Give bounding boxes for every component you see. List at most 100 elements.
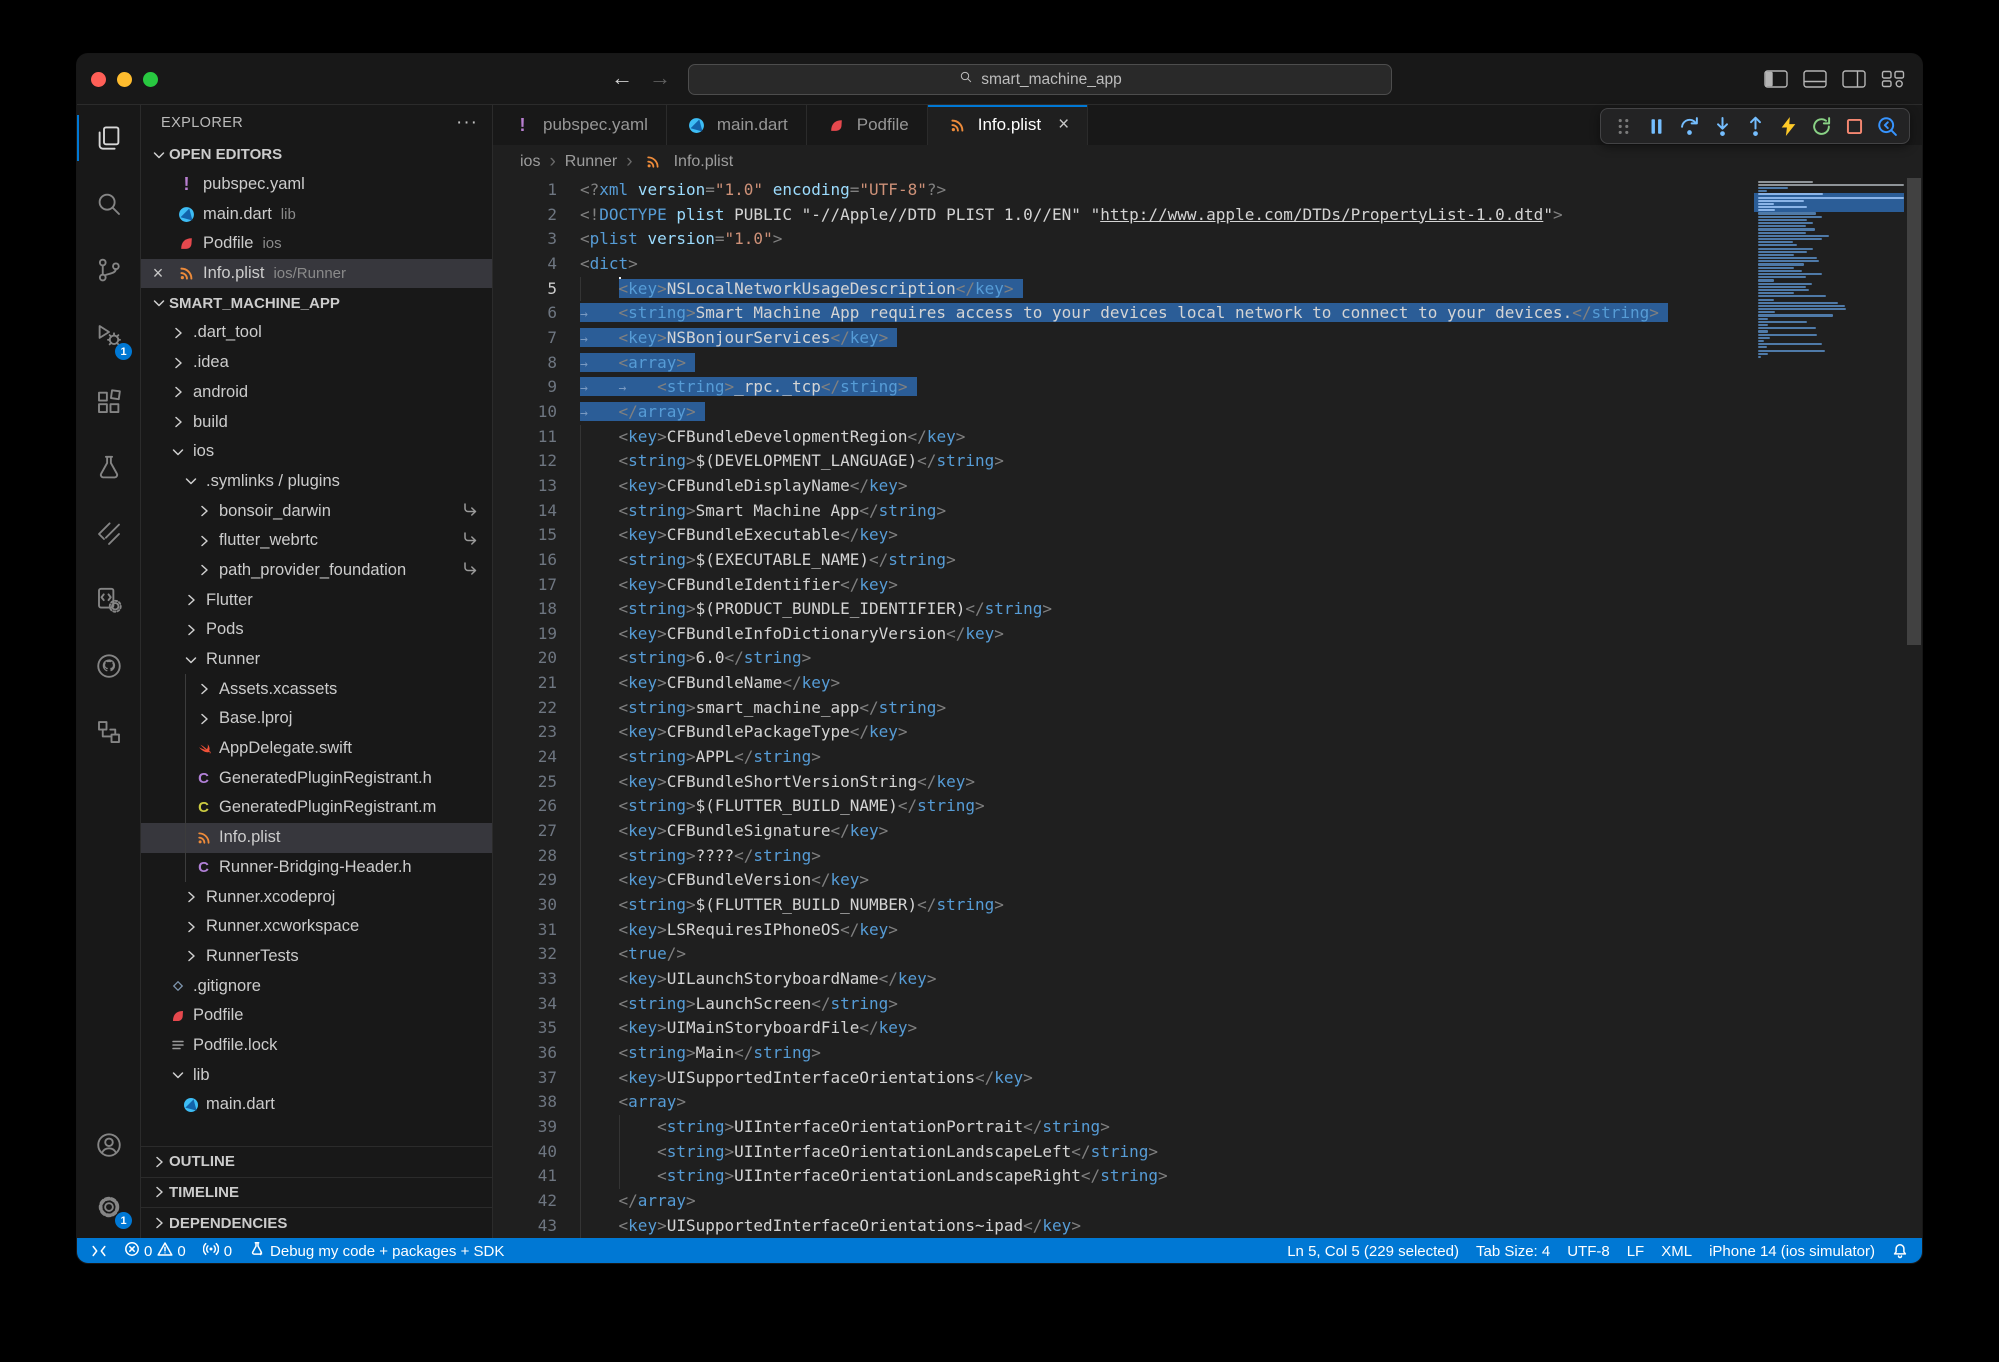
project-root-header[interactable]: SMART_MACHINE_APP: [141, 288, 492, 318]
notifications-bell-icon[interactable]: [1892, 1243, 1908, 1259]
code-line-content[interactable]: <string>$(PRODUCT_BUNDLE_IDENTIFIER)</st…: [580, 597, 1922, 622]
line-number[interactable]: 22: [493, 696, 580, 721]
zoom-window-button[interactable]: [143, 72, 158, 87]
code-line-content[interactable]: <string>UIInterfaceOrientationPortrait</…: [580, 1115, 1922, 1140]
activity-bar-item-search[interactable]: [77, 171, 140, 237]
tree-item-assets-xcassets[interactable]: Assets.xcassets: [141, 674, 492, 704]
line-number[interactable]: 25: [493, 770, 580, 795]
encoding-status[interactable]: UTF-8: [1567, 1243, 1610, 1260]
line-number[interactable]: 31: [493, 918, 580, 943]
line-number[interactable]: 16: [493, 548, 580, 573]
code-line-content[interactable]: <true/>: [580, 942, 1922, 967]
drag-grip-icon[interactable]: [1610, 113, 1636, 139]
remote-indicator[interactable]: [91, 1243, 107, 1259]
code-line-content[interactable]: </array>: [580, 1189, 1922, 1214]
tree-item-generatedpluginregistrant-m[interactable]: C GeneratedPluginRegistrant.m: [141, 793, 492, 823]
language-mode-status[interactable]: XML: [1661, 1243, 1692, 1260]
step-out-icon[interactable]: [1742, 113, 1768, 139]
close-window-button[interactable]: [91, 72, 106, 87]
line-number[interactable]: 40: [493, 1140, 580, 1165]
code-line-content[interactable]: <key>UIMainStoryboardFile</key>: [580, 1016, 1922, 1041]
minimap[interactable]: [1754, 180, 1904, 1238]
code-line-content[interactable]: <string>$(EXECUTABLE_NAME)</string>: [580, 548, 1922, 573]
open-editor-pubspec-yaml[interactable]: ! pubspec.yaml: [141, 170, 492, 200]
open-editor-main-dart[interactable]: main.dart lib: [141, 199, 492, 229]
layout-sidebar-left-icon[interactable]: [1764, 70, 1788, 88]
problems-status[interactable]: 0 0: [124, 1241, 186, 1261]
line-number[interactable]: 36: [493, 1041, 580, 1066]
line-number[interactable]: 33: [493, 967, 580, 992]
code-line-content[interactable]: <key>CFBundleVersion</key>: [580, 868, 1922, 893]
line-number[interactable]: 5: [493, 277, 580, 302]
code-line-content[interactable]: <string>Main</string>: [580, 1041, 1922, 1066]
code-line-content[interactable]: <key>CFBundleSignature</key>: [580, 819, 1922, 844]
tree-item-pods[interactable]: Pods: [141, 615, 492, 645]
open-editors-header[interactable]: OPEN EDITORS: [141, 140, 492, 170]
line-number[interactable]: 2: [493, 203, 580, 228]
tab-podfile[interactable]: Podfile: [807, 105, 928, 145]
tree-item-symlinks-plugins[interactable]: .symlinks / plugins: [141, 467, 492, 497]
device-status[interactable]: iPhone 14 (ios simulator): [1709, 1243, 1875, 1260]
scrollbar-thumb[interactable]: [1907, 178, 1921, 645]
code-line-content[interactable]: <key>CFBundleInfoDictionaryVersion</key>: [580, 622, 1922, 647]
activity-bar-item-explorer[interactable]: [77, 105, 140, 171]
code-line-content[interactable]: →<string>Smart Machine App requires acce…: [580, 301, 1922, 326]
code-line-content[interactable]: <key>NSLocalNetworkUsageDescription</key…: [580, 277, 1922, 302]
tree-item-appdelegate-swift[interactable]: AppDelegate.swift: [141, 734, 492, 764]
tree-item-android[interactable]: android: [141, 378, 492, 408]
line-number[interactable]: 8: [493, 351, 580, 376]
tree-item-generatedpluginregistrant-h[interactable]: C GeneratedPluginRegistrant.h: [141, 763, 492, 793]
code-line-content[interactable]: <key>UISupportedInterfaceOrientations</k…: [580, 1066, 1922, 1091]
tree-item-idea[interactable]: .idea: [141, 348, 492, 378]
open-editor-podfile[interactable]: Podfile ios: [141, 229, 492, 259]
layout-panel-icon[interactable]: [1803, 70, 1827, 88]
history-forward-button[interactable]: →: [647, 54, 673, 104]
activity-bar-item-code-tools[interactable]: [77, 567, 140, 633]
line-number[interactable]: 4: [493, 252, 580, 277]
code-line-content[interactable]: <key>CFBundleDevelopmentRegion</key>: [580, 425, 1922, 450]
line-number[interactable]: 27: [493, 819, 580, 844]
code-line-content[interactable]: <key>CFBundleDisplayName</key>: [580, 474, 1922, 499]
code-line-content[interactable]: <key>CFBundleName</key>: [580, 671, 1922, 696]
tree-item-gitignore[interactable]: .gitignore: [141, 971, 492, 1001]
tree-item-lib[interactable]: lib: [141, 1060, 492, 1090]
breadcrumb-item-info-plist[interactable]: Info.plist: [674, 153, 734, 171]
line-number[interactable]: 38: [493, 1090, 580, 1115]
line-number[interactable]: 7: [493, 326, 580, 351]
line-number[interactable]: 43: [493, 1214, 580, 1238]
code-lines[interactable]: 1 <?xml version="1.0" encoding="UTF-8"?>…: [493, 178, 1922, 1238]
code-line-content[interactable]: <key>LSRequiresIPhoneOS</key>: [580, 918, 1922, 943]
code-line-content[interactable]: <array>: [580, 1090, 1922, 1115]
code-line-content[interactable]: <string>UIInterfaceOrientationLandscapeL…: [580, 1140, 1922, 1165]
layout-custom-icon[interactable]: [1881, 70, 1905, 88]
code-line-content[interactable]: <string>LaunchScreen</string>: [580, 992, 1922, 1017]
code-line-content[interactable]: <key>CFBundleShortVersionString</key>: [580, 770, 1922, 795]
code-line-content[interactable]: <string>APPL</string>: [580, 745, 1922, 770]
code-line-content[interactable]: <string>$(DEVELOPMENT_LANGUAGE)</string>: [580, 449, 1922, 474]
code-line-content[interactable]: →<array>: [580, 351, 1922, 376]
sidebar-more-actions-icon[interactable]: ···: [456, 112, 478, 134]
code-line-content[interactable]: <key>CFBundleExecutable</key>: [580, 523, 1922, 548]
code-line-content[interactable]: <key>CFBundlePackageType</key>: [580, 720, 1922, 745]
code-line-content[interactable]: →→<string>_rpc._tcp</string>: [580, 375, 1922, 400]
line-number[interactable]: 23: [493, 720, 580, 745]
tree-item-path-provider-foundation[interactable]: path_provider_foundation: [141, 556, 492, 586]
tree-item-runner-xcodeproj[interactable]: Runner.xcodeproj: [141, 882, 492, 912]
stop-icon[interactable]: [1841, 113, 1867, 139]
line-number[interactable]: 24: [493, 745, 580, 770]
cursor-position-status[interactable]: Ln 5, Col 5 (229 selected): [1287, 1243, 1459, 1260]
line-number[interactable]: 30: [493, 893, 580, 918]
activity-bar-item-run-debug[interactable]: 1: [77, 303, 140, 369]
code-line-content[interactable]: <string>$(FLUTTER_BUILD_NAME)</string>: [580, 794, 1922, 819]
line-number[interactable]: 26: [493, 794, 580, 819]
tree-item-build[interactable]: build: [141, 407, 492, 437]
line-number[interactable]: 15: [493, 523, 580, 548]
code-line-content[interactable]: <string>6.0</string>: [580, 646, 1922, 671]
line-number[interactable]: 19: [493, 622, 580, 647]
tab-main-dart[interactable]: main.dart: [667, 105, 807, 145]
code-line-content[interactable]: <?xml version="1.0" encoding="UTF-8"?>: [580, 178, 1922, 203]
step-into-icon[interactable]: [1709, 113, 1735, 139]
activity-bar-item-github[interactable]: [77, 633, 140, 699]
code-line-content[interactable]: <key>UISupportedInterfaceOrientations~ip…: [580, 1214, 1922, 1238]
code-line-content[interactable]: <dict>: [580, 252, 1922, 277]
